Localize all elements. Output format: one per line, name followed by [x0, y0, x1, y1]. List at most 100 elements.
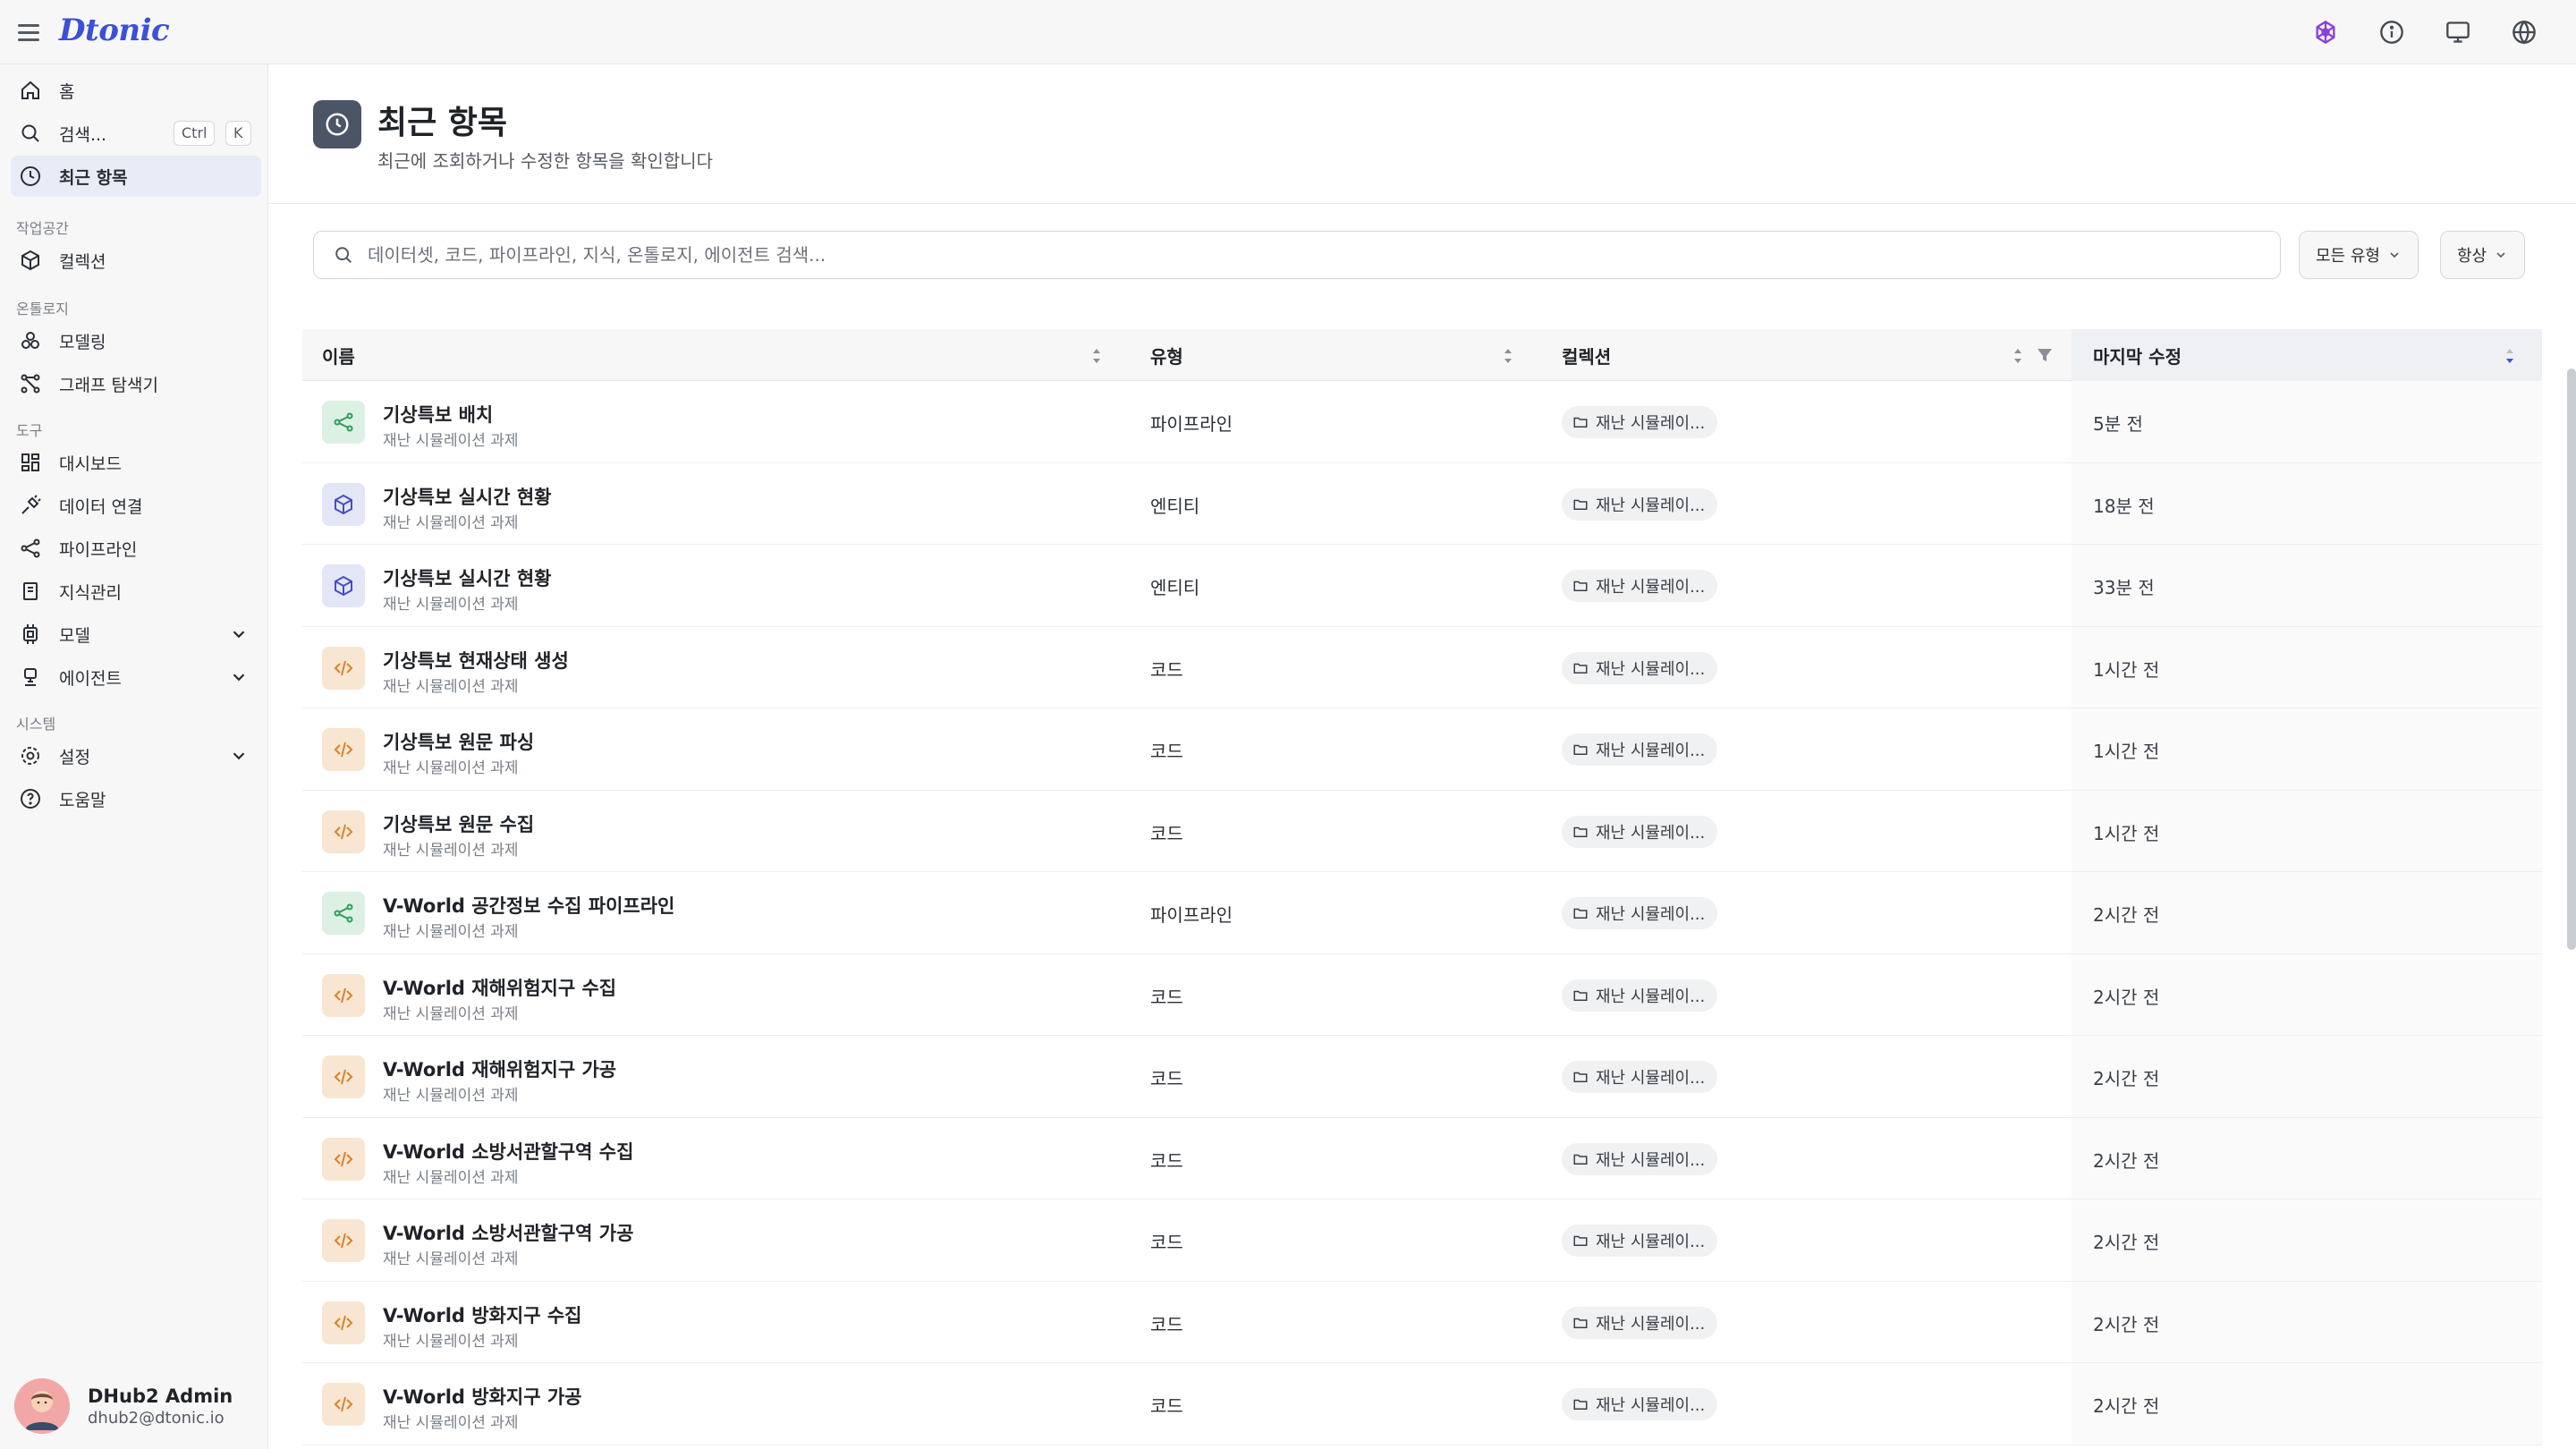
- table-row[interactable]: 기상특보 실시간 현황 재난 시뮬레이션 과제 엔티티 재난 시뮬레이... 3…: [302, 545, 2542, 627]
- menu-toggle-icon[interactable]: [16, 20, 41, 45]
- sidebar-item-pipeline[interactable]: 파이프라인: [11, 528, 261, 569]
- filter-icon[interactable]: [2036, 346, 2054, 364]
- chevron-down-icon: [2390, 252, 2399, 258]
- collection-badge[interactable]: 재난 시뮬레이...: [1562, 815, 1718, 848]
- sort-desc-icon[interactable]: [2503, 346, 2517, 366]
- collection-badge[interactable]: 재난 시뮬레이...: [1562, 1142, 1718, 1175]
- sidebar-item-label: 모델링: [59, 332, 106, 352]
- collection-badge[interactable]: 재난 시뮬레이...: [1562, 570, 1718, 602]
- monitor-icon[interactable]: [2442, 16, 2474, 48]
- language-globe-icon[interactable]: [2508, 16, 2540, 48]
- section-label-tools: 도구: [16, 422, 43, 439]
- item-type: 파이프라인: [1150, 413, 1233, 435]
- time-filter-dropdown[interactable]: 항상: [2440, 231, 2526, 279]
- item-collection-subtitle: 재난 시뮬레이션 과제: [383, 1168, 519, 1187]
- item-modified-time: 18분 전: [2093, 495, 2155, 517]
- cpu-icon: [18, 622, 43, 647]
- sidebar-item-search[interactable]: 검색... Ctrl K: [11, 113, 261, 154]
- item-name: 기상특보 원문 파싱: [383, 732, 535, 753]
- table-row[interactable]: 기상특보 원문 수집 재난 시뮬레이션 과제 코드 재난 시뮬레이... 1시간…: [302, 790, 2542, 872]
- chevron-down-icon: [233, 631, 245, 639]
- table-row[interactable]: 기상특보 실시간 현황 재난 시뮬레이션 과제 엔티티 재난 시뮬레이... 1…: [302, 462, 2542, 545]
- sidebar-item-label: 데이터 연결: [59, 496, 143, 517]
- sidebar-item-graph-explorer[interactable]: 그래프 탐색기: [11, 363, 261, 404]
- sidebar-item-label: 홈: [59, 81, 75, 102]
- column-header-modified[interactable]: 마지막 수정: [2072, 329, 2542, 381]
- app-logo[interactable]: Dtonic: [59, 13, 170, 48]
- info-icon[interactable]: [2376, 16, 2408, 48]
- item-collection-subtitle: 재난 시뮬레이션 과제: [383, 432, 519, 450]
- table-row[interactable]: V-World 재해위험지구 가공 재난 시뮬레이션 과제 코드 재난 시뮬레이…: [302, 1036, 2542, 1118]
- sidebar-item-label: 도움말: [59, 790, 106, 810]
- scrollbar[interactable]: [2567, 369, 2576, 950]
- sidebar-item-modeling[interactable]: 모델링: [11, 320, 261, 361]
- sort-icon[interactable]: [1501, 346, 1515, 366]
- column-header-collection[interactable]: 컬렉션: [1562, 329, 1919, 381]
- collection-badge-label: 재난 시뮬레이...: [1596, 905, 1706, 924]
- code-icon: [322, 1055, 365, 1098]
- sidebar-item-help[interactable]: 도움말: [11, 778, 261, 819]
- collection-badge[interactable]: 재난 시뮬레이...: [1562, 651, 1718, 684]
- type-filter-dropdown[interactable]: 모든 유형: [2299, 231, 2419, 279]
- table-row[interactable]: V-World 방화지구 가공 재난 시뮬레이션 과제 코드 재난 시뮬레이..…: [302, 1363, 2542, 1445]
- collection-badge-label: 재난 시뮬레이...: [1596, 823, 1706, 843]
- sidebar-item-recent[interactable]: 최근 항목: [11, 156, 261, 197]
- sidebar-item-collections[interactable]: 컬렉션: [11, 240, 261, 281]
- sidebar-item-model[interactable]: 모델: [11, 614, 261, 655]
- collection-badge[interactable]: 재난 시뮬레이...: [1562, 979, 1718, 1012]
- user-email: dhub2@dtonic.io: [88, 1408, 225, 1428]
- table-row[interactable]: 기상특보 현재상태 생성 재난 시뮬레이션 과제 코드 재난 시뮬레이... 1…: [302, 626, 2542, 708]
- collection-badge[interactable]: 재난 시뮬레이...: [1562, 406, 1718, 438]
- app-root: Dtonic 홈 검색... Ctrl K 최근 항목 작업공간 컬렉션 온톨로…: [0, 0, 2576, 1449]
- item-modified-time: 2시간 전: [2093, 1068, 2160, 1089]
- collection-badge[interactable]: 재난 시뮬레이...: [1562, 1306, 1718, 1339]
- folder-icon: [1573, 1318, 1588, 1328]
- collection-badge[interactable]: 재난 시뮬레이...: [1562, 487, 1718, 521]
- sidebar-item-settings[interactable]: 설정: [11, 735, 261, 776]
- collection-badge[interactable]: 재난 시뮬레이...: [1562, 897, 1718, 929]
- item-name: 기상특보 배치: [383, 404, 494, 426]
- code-icon: [322, 646, 365, 690]
- folder-icon: [1573, 1235, 1588, 1246]
- gear-icon: [18, 743, 43, 768]
- sidebar-item-knowledge[interactable]: 지식관리: [11, 571, 261, 612]
- collection-badge[interactable]: 재난 시뮬레이...: [1562, 1061, 1718, 1093]
- collection-badge-label: 재난 시뮬레이...: [1596, 578, 1706, 597]
- item-collection-subtitle: 재난 시뮬레이션 과제: [383, 596, 519, 614]
- column-header-type[interactable]: 유형: [1150, 329, 1508, 381]
- table-row[interactable]: V-World 소방서관할구역 가공 재난 시뮬레이션 과제 코드 재난 시뮬레…: [302, 1199, 2542, 1282]
- column-header-label: 이름: [322, 345, 355, 368]
- search-input[interactable]: [368, 244, 2246, 266]
- sort-icon[interactable]: [2011, 346, 2025, 366]
- sidebar-item-home[interactable]: 홈: [11, 70, 261, 111]
- book-icon: [18, 579, 43, 604]
- pipeline-icon: [322, 892, 365, 935]
- sidebar-item-data-connection[interactable]: 데이터 연결: [11, 485, 261, 526]
- table-row[interactable]: V-World 재해위험지구 수집 재난 시뮬레이션 과제 코드 재난 시뮬레이…: [302, 953, 2542, 1036]
- table-row[interactable]: V-World 소방서관할구역 수집 재난 시뮬레이션 과제 코드 재난 시뮬레…: [302, 1117, 2542, 1199]
- table-row[interactable]: V-World 공간정보 수집 파이프라인 재난 시뮬레이션 과제 파이프라인 …: [302, 872, 2542, 954]
- item-modified-time: 5분 전: [2093, 413, 2143, 435]
- sort-icon[interactable]: [1089, 346, 1104, 366]
- collection-badge-label: 재난 시뮬레이...: [1596, 987, 1706, 1006]
- ai-assistant-icon[interactable]: [2309, 16, 2342, 48]
- collection-badge[interactable]: 재난 시뮬레이...: [1562, 733, 1718, 766]
- sidebar-item-agent[interactable]: 에이전트: [11, 657, 261, 698]
- item-collection-subtitle: 재난 시뮬레이션 과제: [383, 1004, 519, 1023]
- item-type: 코드: [1150, 1149, 1183, 1172]
- table-row[interactable]: 기상특보 원문 파싱 재난 시뮬레이션 과제 코드 재난 시뮬레이... 1시간…: [302, 708, 2542, 791]
- search-bar[interactable]: [313, 231, 2281, 279]
- item-modified-time: 2시간 전: [2093, 904, 2160, 926]
- item-name: V-World 방화지구 수집: [383, 1304, 582, 1326]
- column-header-name[interactable]: 이름: [322, 329, 1127, 381]
- collection-badge[interactable]: 재난 시뮬레이...: [1562, 1224, 1718, 1257]
- top-icons: [2309, 16, 2540, 48]
- table-row[interactable]: V-World 방화지구 수집 재난 시뮬레이션 과제 코드 재난 시뮬레이..…: [302, 1281, 2542, 1363]
- sidebar-item-dashboard[interactable]: 대시보드: [11, 442, 261, 483]
- clock-icon: [313, 100, 361, 148]
- collection-badge[interactable]: 재난 시뮬레이...: [1562, 1388, 1718, 1420]
- user-profile[interactable]: DHub2 Admin dhub2@dtonic.io: [14, 1377, 265, 1435]
- sidebar-item-label: 모델: [59, 625, 90, 646]
- item-modified-time: 2시간 전: [2093, 986, 2160, 1008]
- table-row[interactable]: 기상특보 배치 재난 시뮬레이션 과제 파이프라인 재난 시뮬레이... 5분 …: [302, 381, 2542, 463]
